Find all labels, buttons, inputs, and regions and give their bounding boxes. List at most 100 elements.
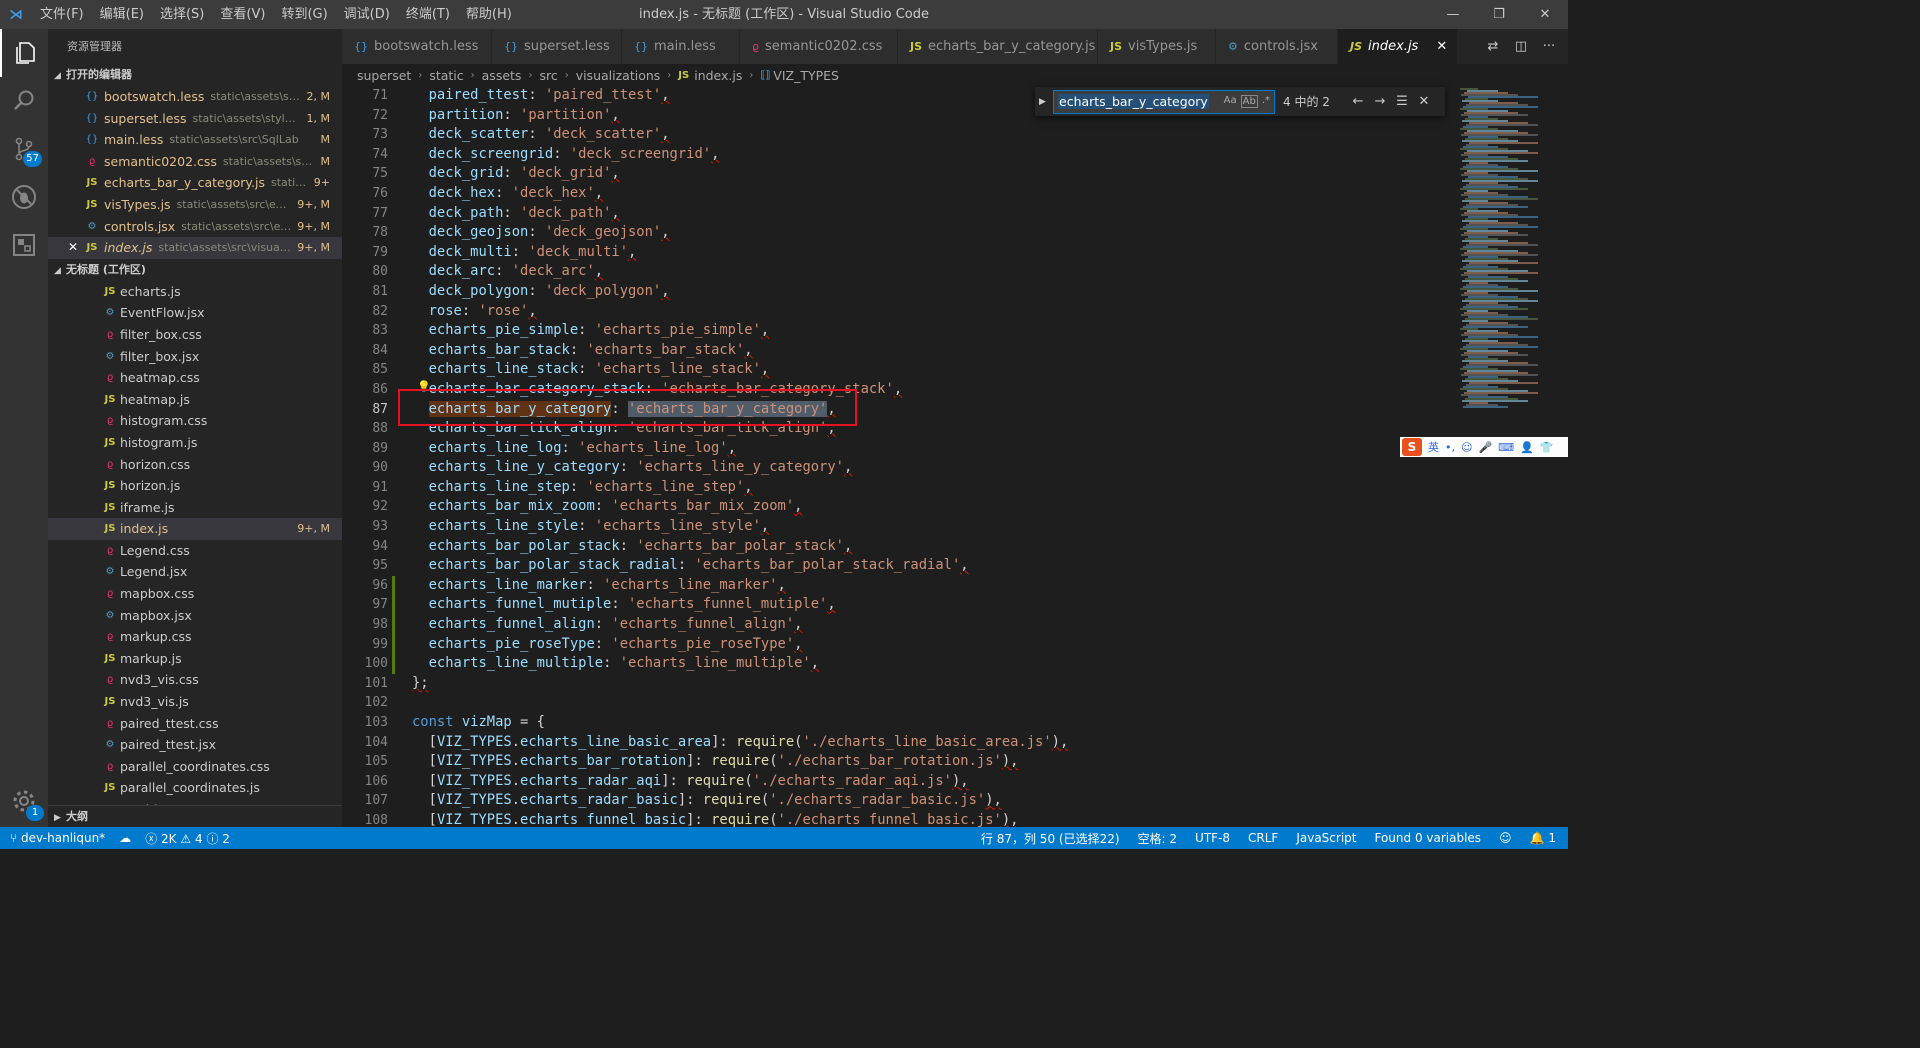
previous-match-button[interactable]: ← [1347,94,1369,109]
open-editor-item[interactable]: ϱ semantic0202.css static\assets\styles...… [48,151,342,173]
next-match-button[interactable]: → [1369,94,1391,109]
open-editors-header[interactable]: ◢ 打开的编辑器 [48,64,342,86]
tree-item[interactable]: ϱ horizon.css [48,454,342,476]
open-changes-icon[interactable]: ⇄ [1482,36,1504,58]
breadcrumb-item[interactable]: assets [482,68,522,83]
ime-voice-icon[interactable]: 🎤 [1478,441,1492,454]
tree-item[interactable]: ⚙ Legend.jsx [48,561,342,583]
tab-index-js[interactable]: JS index.js ✕ [1338,29,1458,64]
settings-button[interactable]: 1 [0,777,48,825]
tree-item[interactable]: JS echarts.js [48,281,342,303]
sync-icon[interactable]: ☁ [119,831,131,845]
find-input[interactable]: echarts_bar_y_category Aa Ab .* [1053,89,1275,114]
whole-word-toggle[interactable]: Ab [1240,95,1258,108]
menu-item[interactable]: 转到(G) [273,0,335,29]
ime-skin-icon[interactable]: 👕 [1540,441,1554,454]
sogou-logo-icon[interactable]: S [1402,438,1422,456]
branch-indicator[interactable]: ⑂ dev-hanliqun* [10,831,105,845]
tree-item[interactable]: JS nvd3_vis.js [48,691,342,713]
source-control-button[interactable]: 57 [0,125,48,173]
find-in-selection-button[interactable]: ☰ [1391,94,1413,109]
tree-item[interactable]: ⚙ mapbox.jsx [48,605,342,627]
notifications[interactable]: 🔔 1 [1530,831,1556,845]
breadcrumb-item[interactable]: static [429,68,463,83]
tab-semantic0202-css[interactable]: ϱ semantic0202.css [740,29,898,64]
tree-item[interactable]: ϱ Legend.css [48,540,342,562]
close-window-button[interactable]: ✕ [1522,0,1568,29]
open-editor-item[interactable]: JS echarts_bar_y_category.js static\ass...… [48,172,342,194]
ime-emoji-icon[interactable]: ☺ [1461,441,1472,454]
indentation[interactable]: 空格: 2 [1138,830,1178,847]
outline-header[interactable]: ▶ 大纲 [48,805,342,827]
close-icon[interactable]: ✕ [68,237,78,259]
more-actions-icon[interactable]: ··· [1538,36,1560,58]
match-case-toggle[interactable]: Aa [1224,95,1237,108]
tree-item[interactable]: JS index.js 9+, M [48,518,342,540]
menu-item[interactable]: 选择(S) [152,0,212,29]
debug-button[interactable] [0,173,48,221]
ime-punct-icon[interactable]: •, [1445,441,1455,454]
line-ending[interactable]: CRLF [1248,831,1278,845]
maximize-button[interactable]: ❐ [1476,0,1522,29]
search-button[interactable] [0,77,48,125]
tree-item[interactable]: JS parallel_coordinates.js [48,777,342,799]
breadcrumb-item[interactable]: superset [357,68,411,83]
tree-item[interactable]: ϱ filter_box.css [48,324,342,346]
tab-controls-jsx[interactable]: ⚙ controls.jsx [1216,29,1338,64]
split-editor-icon[interactable]: ◫ [1510,36,1532,58]
workspace-header[interactable]: ◢ 无标题 (工作区) [48,259,342,281]
ime-keyboard-icon[interactable]: ⌨ [1498,441,1514,454]
tab-superset-less[interactable]: {} superset.less [492,29,622,64]
ime-mode[interactable]: 英 [1428,439,1439,455]
close-find-button[interactable]: ✕ [1413,94,1435,109]
tree-item[interactable]: ϱ paired_ttest.css [48,713,342,735]
problems-indicator[interactable]: ⓧ 2K ⚠ 4 ⓘ 2 [145,830,230,847]
code-editor[interactable]: 71 72 73 74 75 76 77 78 79 80 81 82 83 84 85 86 87 88 89 90… [342,86,1568,827]
open-editor-item[interactable]: {} main.less static\assets\src\SqlLab M [48,129,342,151]
open-editor-item[interactable]: ⚙ controls.jsx static\assets\src\explore 9+… [48,216,342,238]
tree-item[interactable]: JS heatmap.js [48,389,342,411]
tree-item[interactable]: ϱ parallel_coordinates.css [48,756,342,778]
tab-visTypes-js[interactable]: JS visTypes.js [1098,29,1216,64]
tree-item[interactable]: ⚙ EventFlow.jsx [48,302,342,324]
menu-item[interactable]: 调试(D) [336,0,398,29]
open-editor-item[interactable]: JS visTypes.js static\assets\src\explore 9+… [48,194,342,216]
open-editor-item[interactable]: ✕ JS index.js static\assets\src\visualizati… [48,237,342,259]
tree-item[interactable]: JS histogram.js [48,432,342,454]
menu-item[interactable]: 帮助(H) [458,0,520,29]
open-editor-item[interactable]: {} superset.less static\assets\stylesheets… [48,108,342,130]
menu-item[interactable]: 文件(F) [32,0,92,29]
breadcrumb-item[interactable]: src [539,68,557,83]
menu-item[interactable]: 编辑(E) [92,0,152,29]
explorer-button[interactable] [0,29,48,77]
tab-bootswatch-less[interactable]: {} bootswatch.less [342,29,492,64]
encoding[interactable]: UTF-8 [1195,831,1230,845]
menu-item[interactable]: 查看(V) [212,0,273,29]
feedback-icon[interactable]: ☺ [1499,831,1512,845]
cursor-position[interactable]: 行 87，列 50 (已选择22) [981,830,1120,847]
minimize-button[interactable]: — [1430,0,1476,29]
tree-item[interactable]: ⚙ paired_ttest.jsx [48,734,342,756]
open-editor-item[interactable]: {} bootswatch.less static\assets\styles...… [48,86,342,108]
lightbulb-icon[interactable]: 💡 [417,380,431,393]
menu-item[interactable]: 终端(T) [398,0,458,29]
tree-item[interactable]: ϱ histogram.css [48,410,342,432]
breadcrumb-item[interactable]: index.js [694,68,742,83]
language-mode[interactable]: JavaScript [1296,831,1356,845]
tab-main-less[interactable]: {} main.less [622,29,740,64]
tree-item[interactable]: ϱ mapbox.css [48,583,342,605]
variables-status[interactable]: Found 0 variables [1374,831,1481,845]
tree-item[interactable]: JS horizon.js [48,475,342,497]
regex-toggle[interactable]: .* [1262,95,1270,108]
code-lines[interactable]: paired_ttest: 'paired_ttest', partition:… [392,86,1472,827]
extensions-button[interactable] [0,221,48,269]
tree-item[interactable]: JS markup.js [48,648,342,670]
breadcrumb-item[interactable]: VIZ_TYPES [773,68,839,83]
tab-echarts_bar_y_category-js[interactable]: JS echarts_bar_y_category.js [898,29,1098,64]
close-icon[interactable]: ✕ [1436,39,1447,54]
tree-item[interactable]: ⚙ filter_box.jsx [48,346,342,368]
tree-item[interactable]: ϱ nvd3_vis.css [48,669,342,691]
tree-item[interactable]: JS iframe.js [48,497,342,519]
tree-item[interactable]: ϱ heatmap.css [48,367,342,389]
breadcrumb-item[interactable]: visualizations [576,68,661,83]
